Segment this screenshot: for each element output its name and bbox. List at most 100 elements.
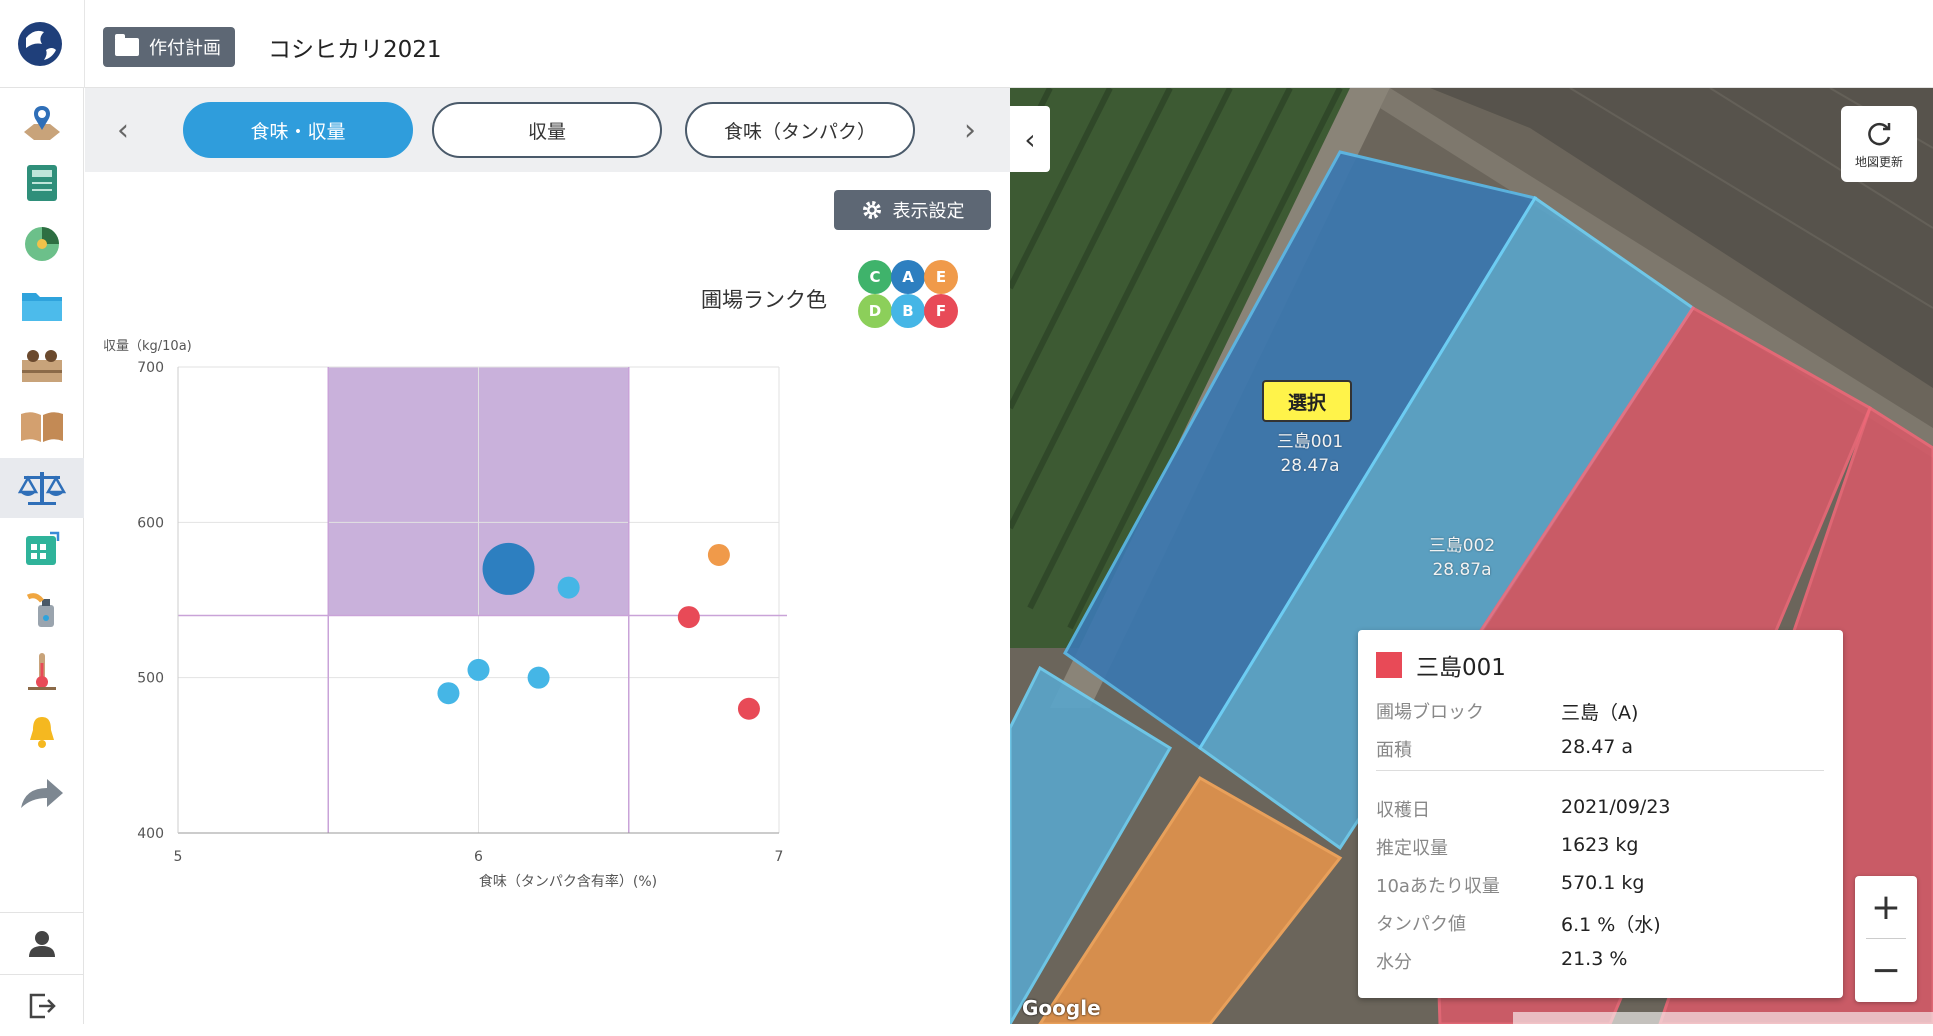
rank-badge-e: E: [924, 260, 958, 294]
map-attribution[interactable]: [1513, 1012, 1933, 1024]
field-color-swatch: [1376, 652, 1402, 678]
sidebar-item-stats[interactable]: [0, 214, 84, 274]
info-value: 21.3 %: [1561, 948, 1628, 970]
calculator-icon: [27, 165, 57, 201]
display-settings-label: 表示設定: [892, 201, 965, 222]
sidebar-item-user[interactable]: [0, 914, 84, 974]
info-value: 1623 kg: [1561, 834, 1639, 856]
info-key: 推定収量: [1376, 838, 1448, 859]
zoom-controls: + −: [1855, 876, 1917, 1002]
records-icon: [22, 350, 62, 382]
sidebar-item-alerts[interactable]: [0, 702, 84, 762]
y-axis-label: 収量（kg/10a): [103, 339, 192, 354]
data-point: [527, 666, 550, 689]
rank-badge-a: A: [891, 260, 925, 294]
map-pin-icon: [24, 106, 60, 140]
rank-badge-c: C: [858, 260, 892, 294]
tab-taste-protein[interactable]: 食味（タンパク）: [685, 102, 915, 158]
map-collapse-button[interactable]: ‹: [1010, 106, 1050, 172]
info-key: タンパク値: [1376, 914, 1466, 935]
y-tick-label: 400: [137, 826, 164, 842]
sidebar-item-compare[interactable]: [0, 458, 84, 518]
x-axis-label: 食味（タンパク含有率）(%): [479, 873, 657, 890]
plan-badge-label: 作付計画: [149, 38, 221, 59]
data-point: [557, 576, 580, 599]
folder-icon: [22, 293, 62, 321]
info-row: 推定収量 1623 kg: [1376, 834, 1638, 860]
data-point: [737, 697, 760, 720]
selected-field-tag: 選択: [1262, 380, 1352, 422]
sidebar-item-book[interactable]: [0, 397, 84, 457]
sidebar-divider: [0, 912, 84, 913]
field-label-001[interactable]: 三島001 28.47a: [1260, 430, 1360, 478]
info-value: 570.1 kg: [1561, 872, 1645, 894]
info-row: 圃場ブロック 三島（A): [1376, 698, 1638, 725]
share-arrow-icon: [21, 779, 63, 808]
folder-icon: [115, 34, 139, 56]
gear-icon: [862, 201, 881, 219]
calendar-icon: [26, 531, 60, 565]
info-key: 圃場ブロック: [1376, 702, 1484, 723]
thermometer-icon: [28, 653, 56, 690]
display-settings-button[interactable]: 表示設定: [834, 190, 991, 230]
data-point: [437, 682, 460, 705]
map-refresh-button[interactable]: 地図更新: [1841, 106, 1917, 182]
y-tick-label: 700: [137, 360, 164, 376]
info-key: 10aあたり収量: [1376, 876, 1500, 897]
refresh-icon: [1868, 122, 1891, 145]
scale-icon: [18, 472, 66, 505]
sidebar-item-spray[interactable]: [0, 580, 84, 640]
sidebar-divider: [0, 974, 84, 975]
field-label-area: 28.87a: [1432, 560, 1492, 580]
tab-yield[interactable]: 収量: [432, 102, 662, 158]
field-info-name: 三島001: [1416, 655, 1506, 681]
info-key: 面積: [1376, 740, 1412, 761]
tab-next-button[interactable]: ›: [950, 110, 990, 150]
tab-prev-button[interactable]: ‹: [103, 110, 143, 150]
crop-plan-title: コシヒカリ2021: [268, 37, 442, 63]
field-label-area: 28.47a: [1280, 456, 1340, 476]
spray-icon: [26, 593, 54, 627]
tab-taste-yield[interactable]: 食味・収量: [183, 102, 413, 158]
sidebar-item-share[interactable]: [0, 763, 84, 823]
y-tick-label: 600: [137, 515, 164, 531]
data-point: [677, 606, 700, 629]
zoom-in-button[interactable]: +: [1855, 876, 1917, 938]
yield-taste-scatter-chart: 収量（kg/10a) 食味（タンパク含有率）(%) 700 600 500 400 5 6…: [103, 339, 787, 890]
app-logo-icon[interactable]: [16, 20, 64, 68]
book-icon: [21, 412, 63, 442]
field-info-card: 三島001 圃場ブロック 三島（A) 面積 28.47 a 収穫日 2021/0…: [1358, 630, 1843, 998]
sidebar-item-map[interactable]: [0, 92, 84, 152]
top-header: 作付計画 コシヒカリ2021: [0, 0, 1933, 88]
tab-bar: ‹ 食味・収量 収量 食味（タンパク） ›: [85, 88, 1010, 172]
map-panel[interactable]: ‹ 地図更新 選択 三島001 28.47a 三島002 28.87a 三島00…: [1010, 88, 1933, 1024]
sidebar-item-temperature[interactable]: [0, 641, 84, 701]
sidebar-item-calculator[interactable]: [0, 153, 84, 213]
x-tick-label: 7: [775, 849, 784, 865]
map-refresh-label: 地図更新: [1854, 154, 1903, 169]
info-row: 水分 21.3 %: [1376, 948, 1627, 974]
data-point: [467, 658, 490, 681]
sidebar-item-records[interactable]: [0, 336, 84, 396]
bell-icon: [30, 717, 54, 748]
sidebar-item-logout[interactable]: [0, 976, 84, 1036]
analysis-panel: ‹ 食味・収量 収量 食味（タンパク） › 表示設定 圃場ランク色 C A E …: [85, 88, 1010, 1024]
pie-chart-icon: [25, 227, 59, 261]
info-value: 6.1 %（水): [1561, 914, 1661, 936]
logout-icon: [29, 993, 56, 1019]
sidebar-item-files[interactable]: [0, 275, 84, 335]
info-row: 10aあたり収量 570.1 kg: [1376, 872, 1645, 898]
zoom-out-button[interactable]: −: [1855, 939, 1917, 1001]
field-label-name: 三島001: [1276, 432, 1344, 452]
info-row: 面積 28.47 a: [1376, 736, 1633, 762]
field-info-title: 三島001: [1376, 648, 1506, 682]
x-tick-label: 6: [474, 849, 483, 865]
sidebar-item-calendar[interactable]: [0, 519, 84, 579]
field-label-002[interactable]: 三島002 28.87a: [1412, 534, 1512, 582]
data-point: [707, 543, 730, 566]
info-value: 三島（A): [1561, 702, 1639, 724]
data-point: [482, 542, 535, 595]
info-row: タンパク値 6.1 %（水): [1376, 910, 1661, 937]
user-icon: [29, 931, 55, 957]
plan-badge[interactable]: 作付計画: [103, 27, 235, 67]
